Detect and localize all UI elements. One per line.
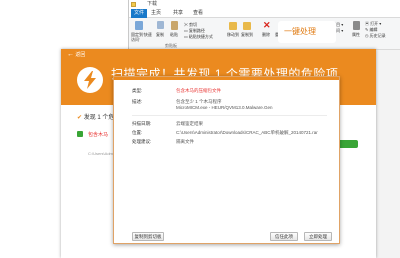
- divider: [132, 115, 327, 116]
- explorer-title: 下载: [147, 1, 158, 7]
- lightning-icon: [77, 67, 103, 93]
- description-value-2: MicroMICM.exe - HEUR/QVM13.0.Malware.Gen: [176, 105, 273, 110]
- tab-share[interactable]: 共享: [171, 9, 185, 18]
- location-value: C:\Users\Administrator\Downloads\CRAC_AB…: [176, 130, 318, 135]
- delete-icon[interactable]: ✕: [263, 20, 271, 31]
- dialog-accent-bar: [114, 77, 339, 80]
- copy-to-icon[interactable]: [243, 22, 251, 30]
- paste-label: 粘贴: [170, 32, 178, 37]
- pin-label: 固定到'快速访问': [131, 32, 152, 42]
- properties-icon[interactable]: [353, 21, 360, 30]
- type-value: 包含木马的压缩包文件: [176, 88, 221, 93]
- tab-view[interactable]: 查看: [191, 9, 205, 18]
- scan-date-value: 云端鉴定结果: [176, 121, 203, 126]
- warning-icon: ✔: [77, 115, 83, 121]
- copy-to-label: 复制到: [241, 32, 253, 37]
- tab-file[interactable]: 文件: [131, 9, 147, 18]
- item-action-button[interactable]: [338, 140, 358, 148]
- location-label: 位置:: [132, 130, 143, 135]
- copy-icon[interactable]: [157, 21, 164, 29]
- pin-icon[interactable]: [135, 21, 143, 30]
- back-button[interactable]: ← 返回: [67, 51, 97, 59]
- explorer-title-bar: 下载: [129, 0, 400, 9]
- move-to-icon[interactable]: [229, 22, 237, 30]
- paste-icon[interactable]: [171, 21, 178, 30]
- suggestion-value: 隔离文件: [176, 139, 194, 144]
- delete-label: 删除: [262, 32, 270, 37]
- back-label: 返回: [75, 52, 86, 58]
- properties-label: 属性: [352, 32, 360, 37]
- tab-home[interactable]: 主页: [149, 9, 163, 18]
- item-checkbox[interactable]: [77, 131, 83, 137]
- ribbon: 固定到'快速访问' 复制 粘贴 ✂ 剪切 ▭ 复制路径 ▭ 粘贴快捷方式 剪贴板…: [129, 18, 400, 50]
- paste-shortcut-button[interactable]: ▭ 粘贴快捷方式: [184, 34, 213, 40]
- scan-date-label: 扫描日期:: [132, 121, 152, 126]
- copy-label: 复制: [156, 32, 164, 37]
- copy-to-clipboard-button[interactable]: 复制到剪切板: [132, 232, 164, 241]
- one-click-fix-button[interactable]: 一键处理: [278, 21, 336, 43]
- back-arrow-icon: ←: [67, 51, 74, 58]
- suggestion-label: 处理建议:: [132, 139, 152, 144]
- handle-now-button[interactable]: 立即处理: [304, 232, 332, 241]
- history-button[interactable]: ◷ 历史记录: [365, 33, 386, 39]
- threat-detail-dialog: 类型: 包含木马的压缩包文件 描述: 包含至少 1 个木马程序 MicroMIC…: [113, 76, 340, 244]
- description-label: 描述:: [132, 99, 143, 104]
- type-label: 类型:: [132, 88, 143, 93]
- ribbon-tabs: 文件 主页 共享 查看: [129, 9, 400, 18]
- move-to-label: 移动到: [227, 32, 239, 37]
- trust-item-button[interactable]: 信任此项: [270, 232, 298, 241]
- quick-access-icon[interactable]: [131, 2, 136, 7]
- threat-name: 包含木马: [88, 132, 109, 138]
